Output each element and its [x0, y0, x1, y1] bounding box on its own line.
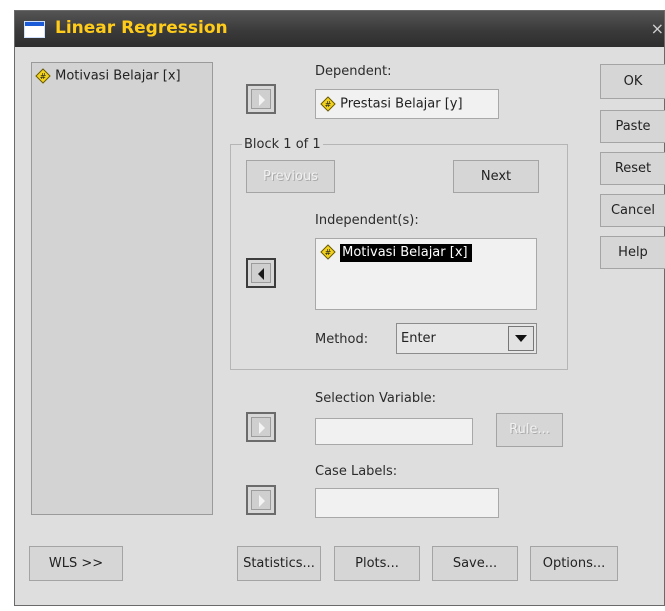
- arrow-right-icon: [259, 495, 265, 507]
- scale-variable-icon: #: [35, 68, 51, 84]
- save-button[interactable]: Save...: [432, 546, 518, 581]
- move-to-selection-button[interactable]: [246, 412, 276, 442]
- scale-variable-icon: #: [320, 96, 336, 112]
- title-bar[interactable]: Linear Regression ×: [15, 11, 664, 47]
- close-icon[interactable]: ×: [651, 19, 664, 38]
- move-to-case-labels-button[interactable]: [246, 485, 276, 515]
- move-to-dependent-button[interactable]: [246, 84, 276, 114]
- statistics-button[interactable]: Statistics...: [237, 546, 321, 581]
- ok-button[interactable]: OK: [600, 64, 665, 99]
- window-title: Linear Regression: [55, 18, 228, 38]
- arrow-right-icon: [259, 94, 265, 106]
- list-item[interactable]: # Motivasi Belajar [x]: [320, 243, 472, 262]
- plots-button[interactable]: Plots...: [334, 546, 420, 581]
- window-icon: [24, 21, 45, 38]
- previous-button[interactable]: Previous: [246, 160, 335, 193]
- dependent-field[interactable]: # Prestasi Belajar [y]: [315, 89, 499, 119]
- case-labels-label: Case Labels:: [315, 464, 398, 479]
- reset-button[interactable]: Reset: [600, 152, 665, 185]
- move-from-independent-button[interactable]: [246, 258, 276, 288]
- block-label: Block 1 of 1: [242, 137, 323, 152]
- method-label: Method:: [315, 332, 369, 347]
- svg-text:#: #: [40, 72, 47, 81]
- list-item-label: Motivasi Belajar [x]: [340, 243, 472, 262]
- dependent-label: Dependent:: [315, 64, 392, 79]
- svg-text:#: #: [325, 100, 332, 109]
- help-button[interactable]: Help: [600, 236, 665, 269]
- method-select[interactable]: Enter: [396, 323, 537, 354]
- arrow-right-icon: [259, 422, 265, 434]
- scale-variable-icon: #: [320, 244, 336, 260]
- chevron-down-icon: [515, 335, 527, 342]
- list-item-label: Motivasi Belajar [x]: [55, 68, 181, 84]
- options-button[interactable]: Options...: [530, 546, 618, 581]
- paste-button[interactable]: Paste: [600, 110, 665, 143]
- dependent-value: Prestasi Belajar [y]: [340, 96, 463, 112]
- arrow-left-icon: [258, 268, 264, 280]
- dependent-item[interactable]: # Prestasi Belajar [y]: [320, 96, 463, 112]
- next-button[interactable]: Next: [453, 160, 539, 193]
- case-labels-field[interactable]: [315, 488, 499, 518]
- dropdown-button[interactable]: [508, 326, 534, 351]
- independent-label: Independent(s):: [315, 213, 419, 228]
- selection-variable-label: Selection Variable:: [315, 391, 437, 406]
- rule-button[interactable]: Rule...: [496, 413, 563, 447]
- selection-variable-field[interactable]: [315, 418, 473, 445]
- wls-button[interactable]: WLS >>: [29, 546, 123, 581]
- method-select-value: Enter: [401, 331, 436, 346]
- independent-list[interactable]: # Motivasi Belajar [x]: [315, 238, 537, 310]
- source-variable-list[interactable]: # Motivasi Belajar [x]: [31, 62, 213, 515]
- svg-text:#: #: [325, 248, 332, 257]
- list-item[interactable]: # Motivasi Belajar [x]: [35, 68, 181, 84]
- cancel-button[interactable]: Cancel: [600, 194, 665, 227]
